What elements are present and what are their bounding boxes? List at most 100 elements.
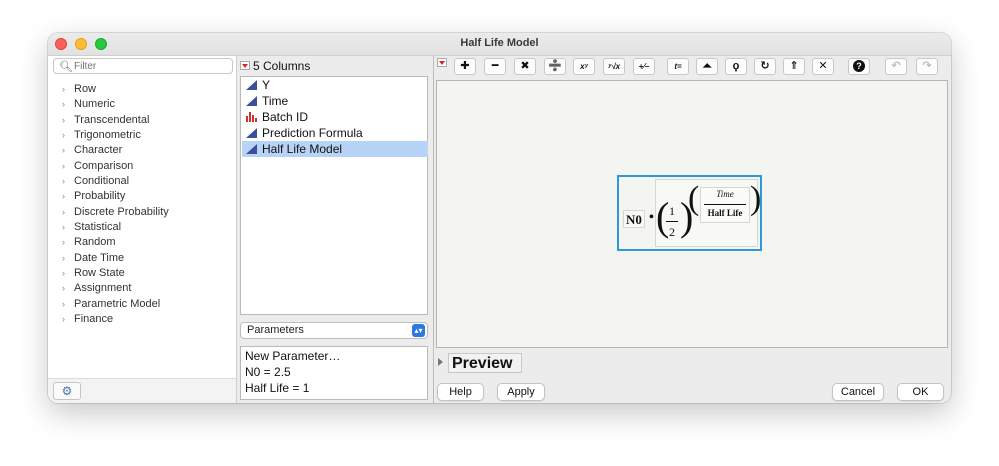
chevron-right-icon: › [62, 130, 65, 141]
formula-canvas[interactable]: N0 • ( 1 2 ) ( Time Half Life) [436, 80, 948, 348]
gear-icon: ⚙ [61, 384, 73, 398]
root-button[interactable]: ʸ√x [603, 58, 625, 75]
power-button[interactable]: xʸ [573, 58, 595, 75]
category-discrete-probability[interactable]: › Discrete Probability [62, 206, 169, 221]
unthrow-icon: ⇑ [789, 60, 799, 72]
category-label: Trigonometric [74, 129, 141, 142]
help-button[interactable]: Help [437, 383, 484, 401]
apply-button[interactable]: Apply [497, 383, 545, 401]
category-statistical[interactable]: › Statistical [62, 221, 169, 236]
refresh-button[interactable]: ↻ [754, 58, 776, 75]
lasso-button[interactable]: ϙ [725, 58, 747, 75]
formula-toolbar: ✚ ━ ✖ ➗ xʸ ʸ√x +⁄− t= ⏶ ϙ ↻ ⇑ ✕? ↶ ↷ [434, 56, 951, 78]
category-label: Finance [74, 313, 114, 326]
parameter-item[interactable]: N0 = 2.5 [245, 365, 427, 381]
category-trigonometric[interactable]: › Trigonometric [62, 129, 169, 144]
help-icon: ? [853, 60, 865, 72]
category-character[interactable]: › Character [62, 144, 169, 159]
column-label: Y [262, 78, 271, 92]
base-numerator[interactable]: 1 [665, 204, 679, 219]
help-button[interactable]: ? [848, 58, 870, 75]
chevron-right-icon: › [62, 99, 65, 110]
column-item[interactable]: Y [242, 77, 428, 93]
chevron-right-icon: › [62, 191, 65, 202]
chevron-right-icon: › [62, 237, 65, 248]
undo-button[interactable]: ↶ [885, 58, 907, 75]
column-item[interactable]: Batch ID [242, 109, 428, 125]
base-fraction[interactable]: 1 2 [665, 202, 679, 242]
exp-left-paren: ( [688, 180, 700, 217]
category-label: Transcendental [74, 113, 150, 126]
category-label: Numeric [74, 98, 115, 111]
formula-editor-window: Half Life Model 🔍︎ › Row › Numeric › Transcen… [48, 33, 951, 403]
peel-button[interactable]: ⏶ [696, 58, 718, 75]
formula-expression[interactable]: N0 • ( 1 2 ) ( Time Half Life) [617, 175, 762, 251]
continuous-column-icon [246, 144, 257, 154]
column-item[interactable]: Half Life Model [242, 141, 428, 157]
subtract-button[interactable]: ━ [484, 58, 506, 75]
settings-button[interactable]: ⚙ [53, 382, 81, 400]
category-numeric[interactable]: › Numeric [62, 98, 169, 113]
add-button[interactable]: ✚ [454, 58, 476, 75]
ok-button[interactable]: OK [897, 383, 944, 401]
exponent-numerator[interactable]: Time [701, 189, 749, 199]
coefficient-term[interactable]: N0 [623, 210, 645, 228]
category-assignment[interactable]: › Assignment [62, 282, 169, 297]
category-label: Character [74, 144, 123, 157]
columns-menu-red-triangle-icon[interactable] [240, 61, 250, 70]
exponent-fraction[interactable]: Time Half Life [700, 187, 750, 223]
category-random[interactable]: › Random [62, 236, 169, 251]
chevron-right-icon: › [62, 268, 65, 279]
title-bar: Half Life Model [48, 33, 951, 56]
category-parametric-model[interactable]: › Parametric Model [62, 298, 169, 313]
category-label: Statistical [74, 221, 122, 234]
exponent-denominator[interactable]: Half Life [701, 208, 749, 218]
multiply-button[interactable]: ✖ [514, 58, 536, 75]
column-label: Prediction Formula [262, 126, 363, 140]
search-icon: 🔍︎ [59, 61, 73, 73]
parameters-select[interactable]: Parameters ▴▾ [240, 322, 428, 339]
chevron-right-icon: › [62, 160, 65, 171]
add-icon: ✚ [460, 60, 470, 72]
chevron-right-icon: › [62, 145, 65, 156]
columns-header: 5 Columns [253, 59, 311, 73]
column-label: Batch ID [262, 110, 309, 124]
function-browser: 🔍︎ › Row › Numeric › Transcendental › Trigonome… [48, 56, 237, 403]
disclosure-triangle-icon[interactable] [438, 358, 443, 366]
multiply-operator: • [649, 210, 654, 225]
column-item[interactable]: Time [242, 93, 428, 109]
category-finance[interactable]: › Finance [62, 313, 169, 328]
updown-chevron-icon: ▴▾ [412, 324, 425, 337]
parameter-item[interactable]: Half Life = 1 [245, 381, 427, 397]
category-comparison[interactable]: › Comparison [62, 160, 169, 175]
chevron-right-icon: › [62, 283, 65, 294]
filter-input[interactable] [74, 60, 224, 72]
column-item[interactable]: Prediction Formula [242, 125, 428, 141]
divide-button[interactable]: ➗ [544, 58, 566, 75]
function-browser-footer: ⚙ [48, 378, 236, 403]
filter-field[interactable]: 🔍︎ [53, 58, 233, 74]
chevron-right-icon: › [62, 222, 65, 233]
category-date-time[interactable]: › Date Time [62, 252, 169, 267]
base-denominator[interactable]: 2 [665, 225, 679, 240]
chevron-right-icon: › [62, 252, 65, 263]
column-label: Half Life Model [262, 142, 343, 156]
column-list: Y Time Batch ID Prediction Formula Half Life… [240, 76, 428, 315]
category-probability[interactable]: › Probability [62, 190, 169, 205]
negate-button[interactable]: +⁄− [633, 58, 655, 75]
power-expression[interactable]: ( 1 2 ) ( Time Half Life ) [655, 179, 761, 247]
parameter-item[interactable]: New Parameter… [245, 349, 427, 365]
preview-label: Preview [448, 353, 522, 373]
redo-button[interactable]: ↷ [916, 58, 938, 75]
category-row-state[interactable]: › Row State [62, 267, 169, 282]
category-row[interactable]: › Row [62, 83, 169, 98]
editor-menu-red-triangle-icon[interactable] [437, 58, 447, 67]
cancel-button[interactable]: Cancel [832, 383, 884, 401]
category-transcendental[interactable]: › Transcendental [62, 114, 169, 129]
assign-button[interactable]: t= [667, 58, 689, 75]
redo-icon: ↷ [922, 60, 932, 72]
delete-button[interactable]: ✕ [812, 58, 834, 75]
divide-icon: ➗ [548, 60, 562, 72]
category-conditional[interactable]: › Conditional [62, 175, 169, 190]
unthrow-button[interactable]: ⇑ [783, 58, 805, 75]
